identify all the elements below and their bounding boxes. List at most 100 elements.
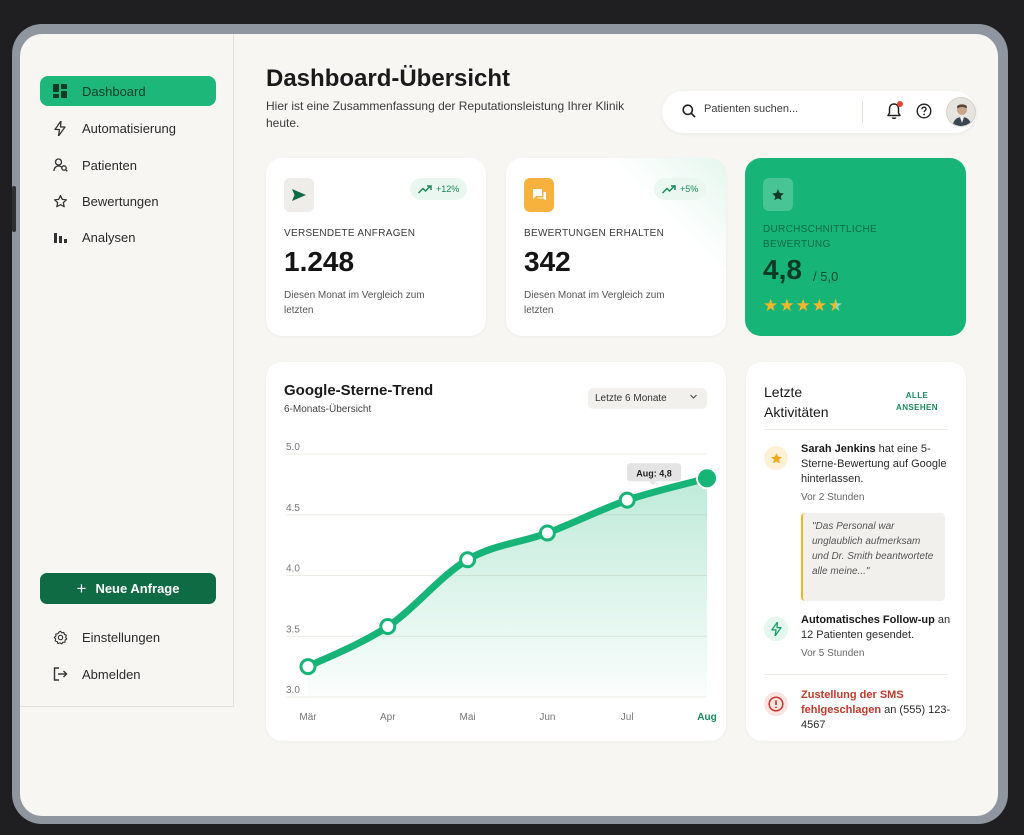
device-side-button <box>12 186 16 232</box>
help-icon[interactable] <box>916 103 932 119</box>
stat-note: Diesen Monat im Vergleich zum letzten <box>284 290 425 316</box>
activity-title: Letzte Aktivitäten <box>764 384 829 420</box>
gear-icon <box>52 629 68 645</box>
new-request-label: Neue Anfrage <box>95 581 180 596</box>
activity-error-icon <box>764 692 788 716</box>
stat-label: BEWERTUNGEN ERHALTEN <box>524 228 665 239</box>
stat-label: VERSENDETE ANFRAGEN <box>284 228 416 239</box>
page-subtitle: Hier ist eine Zusammenfassung der Reputa… <box>266 99 625 130</box>
data-point <box>299 658 317 676</box>
dashboard-icon <box>52 83 68 99</box>
sidebar: Dashboard Automatisierung Patienten Bewe… <box>20 34 234 706</box>
rating-label: DURCHSCHNITTLICHE BEWERTUNG <box>763 224 877 250</box>
x-tick-label: Jul <box>621 712 634 723</box>
bolt-icon <box>52 120 68 136</box>
sidebar-item-reviews[interactable]: Bewertungen <box>40 186 216 216</box>
star-full-icon: ★ <box>811 296 828 315</box>
review-quote: "Das Personal war unglaublich aufmerksam… <box>801 513 945 601</box>
plus-icon: + <box>76 578 87 598</box>
star-full-icon: ★ <box>779 296 796 315</box>
sidebar-item-label: Einstellungen <box>82 629 161 645</box>
activity-item-text: Sarah Jenkins hat eine 5-Sterne-Bewertun… <box>801 442 951 487</box>
trend-value: +5% <box>680 184 699 194</box>
data-point <box>379 618 397 636</box>
divider <box>764 674 948 675</box>
new-request-button[interactable]: + Neue Anfrage <box>40 573 216 604</box>
trend-badge: +5% <box>654 178 707 200</box>
x-tick-label: Apr <box>380 712 396 723</box>
page-title: Dashboard-Übersicht <box>266 65 511 92</box>
sidebar-item-logout[interactable]: Abmelden <box>40 659 216 689</box>
star-full-icon: ★ <box>763 296 780 315</box>
trending-up-icon <box>418 184 432 194</box>
trend-badge: +12% <box>410 178 468 200</box>
avatar[interactable] <box>946 97 976 127</box>
stat-value: 1.248 <box>284 246 355 277</box>
y-tick-label: 4.0 <box>286 564 300 575</box>
activity-card: Letzte Aktivitäten ALLE ANSEHEN Sarah Je… <box>746 362 966 741</box>
sidebar-item-label: Bewertungen <box>82 193 159 209</box>
trend-value: +12% <box>436 184 460 194</box>
app-screen: Dashboard Automatisierung Patienten Bewe… <box>20 34 998 816</box>
activity-time: Vor 5 Stunden <box>801 648 865 659</box>
sidebar-item-label: Patienten <box>82 157 137 173</box>
chat-icon <box>524 178 554 212</box>
patients-icon <box>52 157 68 173</box>
activity-actor: Sarah Jenkins <box>801 443 876 455</box>
data-point-highlight <box>696 467 718 490</box>
activity-bolt-icon <box>764 617 788 641</box>
activity-star-icon <box>764 446 788 470</box>
search-input[interactable] <box>704 103 854 115</box>
sidebar-item-settings[interactable]: Einstellungen <box>40 622 216 652</box>
data-point <box>618 491 636 509</box>
y-tick-label: 3.5 <box>286 624 300 635</box>
sidebar-item-label: Abmelden <box>82 666 141 682</box>
rating-stars: ★★★★★ <box>763 296 844 316</box>
stat-value: 342 <box>524 246 571 277</box>
search-icon <box>682 104 696 118</box>
stat-card-requests: +12% VERSENDETE ANFRAGEN 1.248 Diesen Mo… <box>266 158 486 336</box>
bar-chart-icon <box>52 229 68 245</box>
sidebar-item-patients[interactable]: Patienten <box>40 150 216 180</box>
data-point <box>538 524 556 542</box>
rating-value: 4,8 <box>763 254 802 285</box>
trending-up-icon <box>662 184 676 194</box>
y-tick-label: 4.5 <box>286 503 300 514</box>
search-bar <box>662 91 976 133</box>
y-tick-label: 5.0 <box>286 442 300 453</box>
notification-dot <box>897 101 903 107</box>
tooltip-text: Aug: 4,8 <box>636 468 672 478</box>
sidebar-item-analytics[interactable]: Analysen <box>40 222 216 252</box>
activity-item-text: Automatisches Follow-up an 12 Patienten … <box>801 613 951 643</box>
sidebar-item-label: Dashboard <box>82 83 146 99</box>
sidebar-divider <box>20 706 234 707</box>
x-tick-label: Jun <box>539 712 555 723</box>
star-half-icon: ★ <box>828 296 845 315</box>
sidebar-item-label: Analysen <box>82 229 136 245</box>
x-tick-label: Mär <box>299 712 317 723</box>
star-outline-icon <box>52 193 68 209</box>
search-divider <box>862 101 863 123</box>
rating-scale: / 5,0 <box>813 269 839 284</box>
x-tick-label: Aug <box>697 712 716 723</box>
activity-actor: Automatisches Follow-up <box>801 614 935 626</box>
send-icon <box>284 178 314 212</box>
logout-icon <box>52 666 68 682</box>
average-rating-card: DURCHSCHNITTLICHE BEWERTUNG 4,8 / 5,0 ★★… <box>745 158 966 336</box>
activity-time: Vor 2 Stunden <box>801 492 865 503</box>
tooltip-arrow <box>649 481 657 486</box>
chart-card: Google-Sterne-Trend 6-Monats-Übersicht L… <box>266 362 726 741</box>
sidebar-item-label: Automatisierung <box>82 120 176 136</box>
trend-chart: 5.0 4.5 4.0 3.5 3.0 Aug: 4,8 Mär Apr Mai Jun Jul Au… <box>286 442 718 723</box>
y-tick-label: 3.0 <box>286 685 300 696</box>
star-icon <box>763 178 793 211</box>
x-tick-label: Mai <box>460 712 476 723</box>
area-fill <box>308 478 707 697</box>
activity-item-text: Zustellung der SMS fehlgeschlagen an (55… <box>801 688 951 733</box>
divider <box>764 429 948 430</box>
sidebar-item-automation[interactable]: Automatisierung <box>40 113 216 143</box>
data-point <box>459 551 477 569</box>
see-all-link[interactable]: ALLE ANSEHEN <box>884 390 950 414</box>
star-full-icon: ★ <box>795 296 812 315</box>
sidebar-item-dashboard[interactable]: Dashboard <box>40 76 216 106</box>
